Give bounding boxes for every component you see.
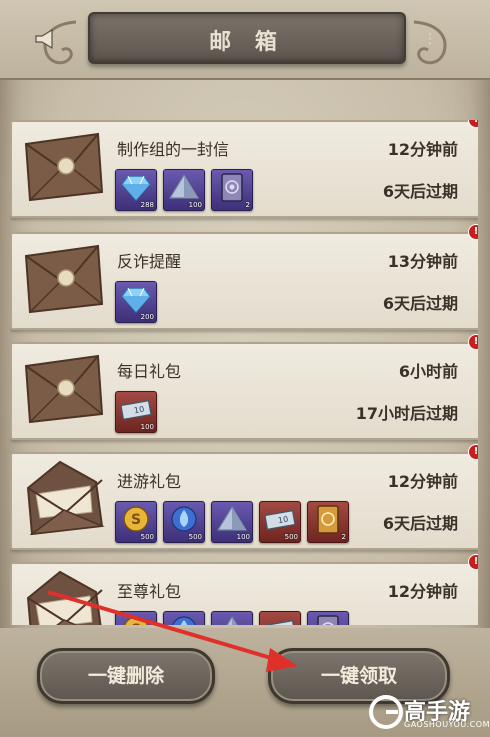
mail-expiry: 17小时后过期 (355, 404, 458, 423)
mail-item[interactable]: 进游礼包 12分钟前 6天后过期 S 500 500 100 10 500 2! (10, 444, 478, 550)
mail-item[interactable]: 每日礼包 6小时前 17小时后过期 10 100! (10, 334, 478, 440)
mail-item[interactable]: 制作组的一封信 12分钟前 6天后过期 288 100 2! (10, 120, 478, 218)
mail-item[interactable]: 至尊礼包 12分钟前 S 10! (10, 554, 478, 625)
unread-badge: ! (468, 554, 478, 570)
attachment-list: 200 (115, 281, 157, 323)
attachment-list: S 500 500 100 10 500 2 (115, 501, 349, 543)
attachment-item[interactable]: 200 (115, 281, 157, 323)
attachment-item[interactable]: 288 (115, 169, 157, 211)
mail-expiry: 6天后过期 (382, 514, 458, 533)
mail-time: 12分钟前 (387, 472, 458, 491)
crystal-icon (226, 615, 238, 625)
attachment-item[interactable]: 10 500 (259, 501, 301, 543)
header: 邮 箱 ⋮ (0, 0, 490, 80)
attachment-quantity: 500 (188, 533, 202, 541)
attachment-item[interactable]: S 500 (115, 501, 157, 543)
flame-orb-icon (172, 616, 196, 625)
unread-badge: ! (468, 120, 478, 128)
unread-badge: ! (468, 224, 478, 240)
attachment-quantity: 288 (140, 201, 154, 209)
attachment-item[interactable]: 100 (211, 501, 253, 543)
attachment-item[interactable]: 2 (211, 169, 253, 211)
ticket-icon: 10 (264, 509, 296, 531)
ticket-icon: 10 (120, 399, 152, 421)
dots-icon: ⋮ (423, 31, 437, 47)
crystal-icon (168, 173, 200, 199)
attachment-item[interactable]: 2 (307, 501, 349, 543)
mail-title: 每日礼包 (117, 362, 182, 381)
mail-title: 至尊礼包 (117, 582, 182, 601)
card-icon (221, 173, 243, 202)
svg-text:S: S (131, 512, 141, 528)
attachment-item[interactable] (163, 611, 205, 625)
svg-text:S: S (131, 622, 141, 625)
page-title: 邮 箱 (209, 30, 285, 55)
open-envelope-icon (26, 460, 105, 536)
attachment-quantity: 500 (140, 533, 154, 541)
mail-title: 反诈提醒 (117, 252, 182, 271)
mail-expiry: 6天后过期 (382, 294, 458, 313)
delete-all-button[interactable]: 一键删除 (37, 648, 215, 704)
attachment-quantity: 200 (140, 313, 154, 321)
attachment-item[interactable]: 10 (259, 611, 301, 625)
diamond-icon (121, 175, 151, 202)
mail-title: 制作组的一封信 (117, 140, 230, 159)
mail-item[interactable]: 反诈提醒 13分钟前 6天后过期 200! (10, 224, 478, 330)
mail-time: 12分钟前 (387, 140, 458, 159)
attachment-item[interactable]: S (115, 611, 157, 625)
ticket-icon: 10 (264, 619, 296, 625)
mail-time: 6小时前 (398, 362, 458, 381)
unread-badge: ! (468, 444, 478, 460)
envelope-icon (24, 244, 104, 314)
horn-icon[interactable] (34, 28, 58, 50)
flame-orb-icon (171, 506, 197, 532)
svg-text:10: 10 (133, 405, 145, 416)
envelope-icon (24, 354, 104, 424)
attachment-quantity: 100 (188, 201, 202, 209)
attachment-list: S 10 (115, 611, 349, 625)
coin-icon: S (123, 506, 149, 532)
attachment-item[interactable]: 500 (163, 501, 205, 543)
attachment-item[interactable] (307, 611, 349, 625)
attachment-item[interactable]: 10 100 (115, 391, 157, 433)
gold-card-icon (317, 505, 339, 534)
unread-badge: ! (468, 334, 478, 350)
attachment-list: 288 100 2 (115, 169, 253, 211)
mail-expiry: 6天后过期 (382, 182, 458, 201)
attachment-quantity: 100 (140, 423, 154, 431)
svg-text:10: 10 (277, 515, 289, 526)
diamond-icon (121, 287, 151, 314)
title-banner: 邮 箱 (88, 12, 406, 64)
attachment-quantity: 2 (341, 533, 346, 541)
attachment-quantity: 2 (245, 201, 250, 209)
crystal-icon (216, 505, 248, 531)
watermark-url: GAOSHOUYOU.COM (404, 720, 490, 729)
mail-list[interactable]: 制作组的一封信 12分钟前 6天后过期 288 100 2! 反诈提醒 13分钟前 6天后过期 2… (10, 120, 478, 625)
coin-icon: S (123, 616, 149, 625)
attachment-quantity: 500 (284, 533, 298, 541)
card-icon (317, 615, 339, 625)
envelope-icon (24, 132, 104, 202)
mail-time: 13分钟前 (387, 252, 458, 271)
open-envelope-icon (26, 570, 103, 625)
mail-time: 12分钟前 (387, 582, 458, 601)
attachment-list: 10 100 (115, 391, 157, 433)
attachment-quantity: 100 (236, 533, 250, 541)
mail-title: 进游礼包 (117, 472, 182, 491)
attachment-item[interactable] (211, 611, 253, 625)
attachment-item[interactable]: 100 (163, 169, 205, 211)
